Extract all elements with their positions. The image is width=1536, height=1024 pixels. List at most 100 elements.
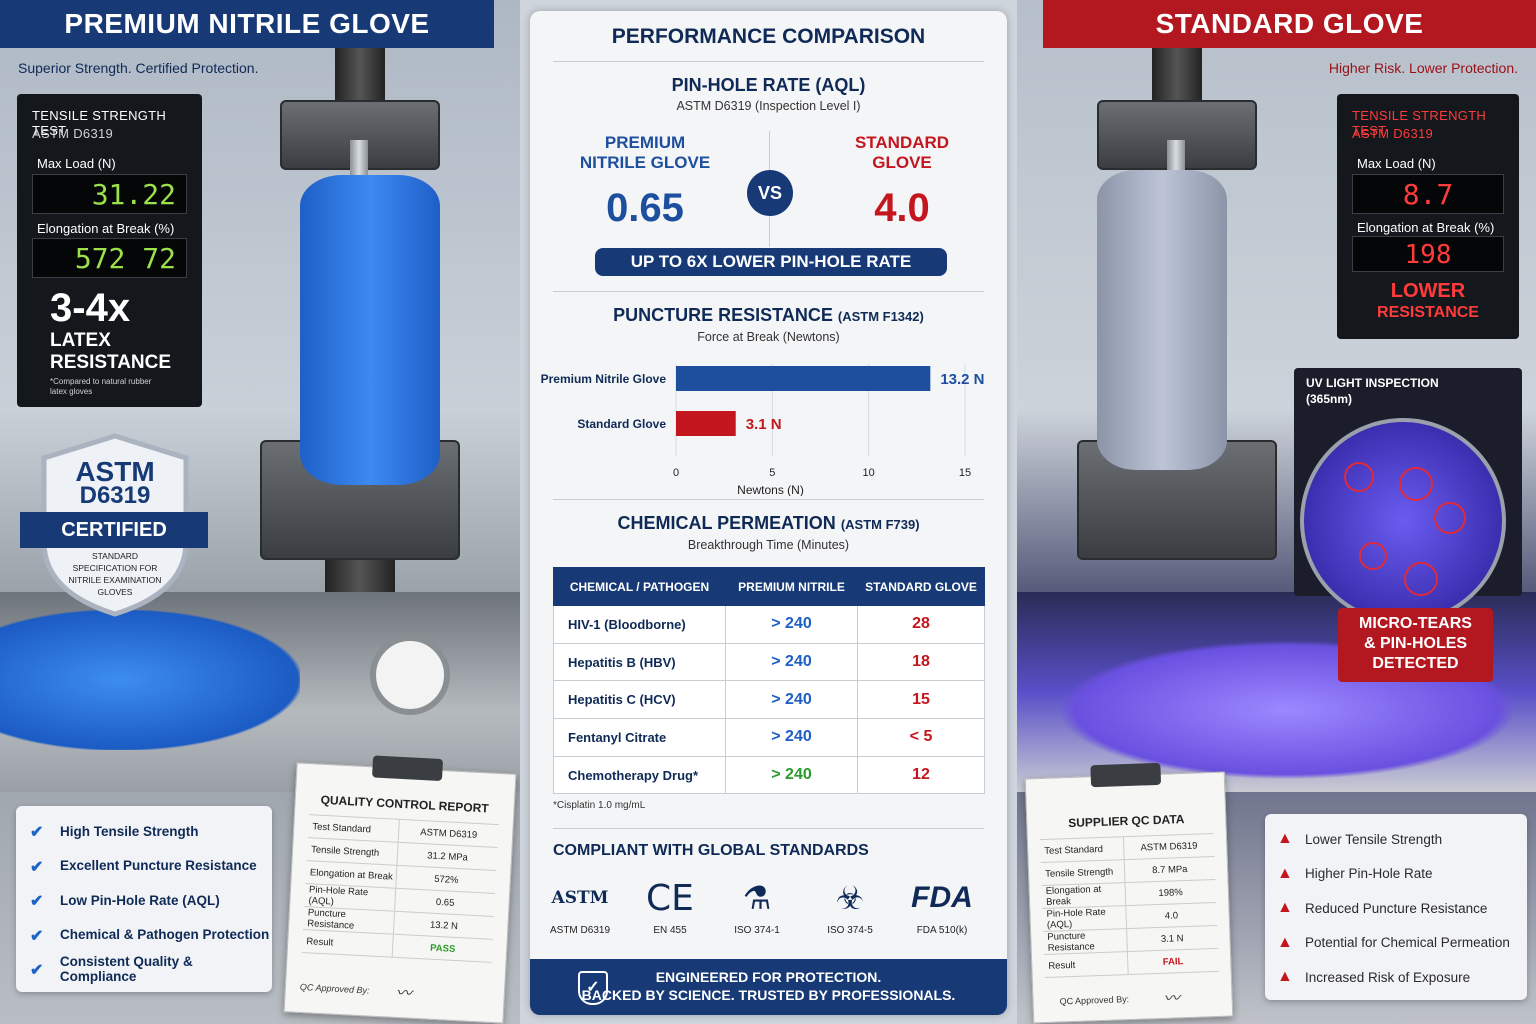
table-row: Hepatitis B (HBV) > 240 18 xyxy=(553,642,985,682)
defect-circle xyxy=(1359,542,1387,570)
signature: 〰 xyxy=(1163,988,1180,1008)
table-row: HIV-1 (Bloodborne) > 240 28 xyxy=(553,605,985,644)
check-icon: ✔ xyxy=(30,893,44,911)
signature: 〰 xyxy=(395,982,413,1003)
warning-icon: ▲ xyxy=(1277,968,1293,986)
protection-footer: ✓ ENGINEERED FOR PROTECTION. BACKED BY S… xyxy=(530,959,1007,1015)
table-row: Hepatitis C (HCV) > 240 15 xyxy=(553,680,985,720)
feature-item: ✔ Low Pin-Hole Rate (AQL) xyxy=(30,892,220,911)
table-header: PREMIUM NITRILE xyxy=(725,567,858,606)
check-icon: ✔ xyxy=(30,927,44,945)
chemical-title: CHEMICAL PERMEATION (ASTM F739) xyxy=(617,513,920,533)
warning-icon: ▲ xyxy=(1277,899,1293,917)
fda-logo: FDA FDA 510(k) xyxy=(897,871,987,936)
report-approved: QC Approved By: xyxy=(299,981,370,996)
standard-banner: STANDARD GLOVE xyxy=(1043,0,1536,48)
resistance-label: RESISTANCE xyxy=(1377,304,1479,321)
pinhole-standard-value: 4.0 xyxy=(874,186,930,230)
defect-circle xyxy=(1399,467,1433,501)
puncture-subtitle: Force at Break (Newtons) xyxy=(697,330,840,344)
divider xyxy=(553,828,984,829)
badge-desc: STANDARD SPECIFICATION FOR NITRILE EXAMI… xyxy=(68,551,162,597)
ce-mark-icon: CE xyxy=(646,877,694,919)
warning-icon: ▲ xyxy=(1277,830,1293,848)
report-row: Result FAIL xyxy=(1043,948,1219,978)
max-load-readout: 8.7 xyxy=(1352,174,1504,214)
panel-footnote: *Compared to natural rubber latex gloves xyxy=(50,377,152,396)
elongation-label: Elongation at Break (%) xyxy=(1357,220,1495,235)
pinhole-standard-label: STANDARD GLOVE xyxy=(854,133,950,172)
standard-glove-panel: STANDARD GLOVE Higher Risk. Lower Protec… xyxy=(1017,0,1536,1024)
supplier-qc-data: SUPPLIER QC DATA Test Standard ASTM D6319… xyxy=(1024,762,1234,1024)
pinhole-title: PIN-HOLE RATE (AQL) xyxy=(671,75,866,95)
tensile-test-panel: TENSILE STRENGTH TEST ASTM D6319 Max Loa… xyxy=(1337,94,1519,339)
x-axis-label: Newtons (N) xyxy=(737,483,804,496)
feature-item: ✔ High Tensile Strength xyxy=(30,823,199,842)
feature-item: ✔ Excellent Puncture Resistance xyxy=(30,858,257,876)
lower-label: LOWER xyxy=(1390,280,1466,302)
defect-circle xyxy=(1434,502,1466,534)
flask-shield-icon: ⚗ xyxy=(742,879,772,917)
pinhole-premium-label: PREMIUM NITRILE GLOVE xyxy=(579,133,711,172)
bar xyxy=(676,411,736,436)
x-tick-label: 5 xyxy=(769,467,775,479)
headline-multiplier: 3-4x xyxy=(50,286,131,330)
premium-glove-panel: PREMIUM NITRILE GLOVE Superior Strength.… xyxy=(0,0,520,1024)
badge-line2: D6319 xyxy=(79,482,151,509)
table-row: Chemotherapy Drug* > 240 12 xyxy=(553,755,985,795)
pinhole-premium-value: 0.65 xyxy=(606,186,684,230)
category-label: Premium Nitrile Glove xyxy=(541,372,667,386)
feature-item: ✔ Consistent Quality & Compliance xyxy=(30,954,193,985)
x-tick-label: 0 xyxy=(673,467,679,479)
blue-glove-sample xyxy=(300,175,440,485)
headline-sub1: LATEX xyxy=(50,330,111,351)
pinhole-subtitle: ASTM D6319 (Inspection Level I) xyxy=(676,99,861,113)
astm-logo: ASTM ASTM D6319 xyxy=(535,871,625,936)
report-title: SUPPLIER QC DATA xyxy=(1067,812,1185,831)
premium-tagline: Superior Strength. Certified Protection. xyxy=(18,60,259,76)
panel-standard: ASTM D6319 xyxy=(1352,126,1434,141)
elongation-label: Elongation at Break (%) xyxy=(37,221,175,236)
standard-risk-list: ▲ Lower Tensile Strength ▲ Higher Pin-Hole… xyxy=(1265,814,1527,1000)
vs-badge: VS xyxy=(747,170,793,216)
report-approved: QC Approved By: xyxy=(1059,994,1130,1007)
risk-item: ▲ Higher Pin-Hole Rate xyxy=(1277,864,1433,882)
puncture-title: PUNCTURE RESISTANCE (ASTM F1342) xyxy=(613,305,924,325)
elongation-readout: 572 72 xyxy=(32,238,187,278)
warning-icon: ▲ xyxy=(1277,933,1293,951)
chemical-permeation-table: CHEMICAL / PATHOGEN PREMIUM NITRILE STAN… xyxy=(553,567,985,795)
x-tick-label: 10 xyxy=(863,467,875,479)
report-table: Test Standard ASTM D6319 Tensile Strength… xyxy=(301,814,499,963)
risk-item: ▲ Lower Tensile Strength xyxy=(1277,830,1443,848)
quality-control-report: QUALITY CONTROL REPORT Test Standard ASTM… xyxy=(283,755,517,1024)
uv-magnifier xyxy=(1300,418,1506,624)
feature-item: ✔ Chemical & Pathogen Protection xyxy=(30,927,270,945)
performance-comparison-card: PERFORMANCE COMPARISON PIN-HOLE RATE (AQ… xyxy=(530,11,1007,1015)
x-tick-label: 15 xyxy=(959,467,971,479)
biohazard-shield-icon: ☣ xyxy=(835,879,865,917)
table-header: CHEMICAL / PATHOGEN xyxy=(553,567,726,606)
warning-icon: ▲ xyxy=(1277,864,1293,882)
standards-title: COMPLIANT WITH GLOBAL STANDARDS xyxy=(553,842,869,859)
iso-374-1-logo: ⚗ ISO 374-1 xyxy=(712,871,802,936)
iso-374-5-logo: ☣ ISO 374-5 xyxy=(805,871,895,936)
value-label: 3.1 N xyxy=(746,416,782,433)
risk-item: ▲ Potential for Chemical Permeation xyxy=(1277,933,1510,951)
tensile-test-panel: TENSILE STRENGTH TEST ASTM D6319 Max Loa… xyxy=(17,94,202,407)
defect-circle xyxy=(1344,462,1374,492)
risk-item: ▲ Reduced Puncture Resistance xyxy=(1277,899,1488,917)
astm-icon: ASTM xyxy=(551,888,609,908)
category-label: Standard Glove xyxy=(577,417,666,431)
caliper-gauge xyxy=(370,635,450,715)
shield-check-icon: ✓ xyxy=(578,971,608,1005)
premium-feature-list: ✔ High Tensile Strength ✔ Excellent Punctu… xyxy=(16,806,272,992)
panel-standard: ASTM D6319 xyxy=(32,126,114,141)
clipboard-clip xyxy=(1090,762,1162,788)
uv-sub: (365nm) xyxy=(1306,392,1353,406)
puncture-bar-chart: 0 5 10 15 Newtons (N) Premium Nitrile Glove 13… xyxy=(541,364,985,496)
chemical-footnote: *Cisplatin 1.0 mg/mL xyxy=(553,800,646,811)
report-title: QUALITY CONTROL REPORT xyxy=(320,792,490,816)
clipboard-clip xyxy=(372,755,444,782)
pinhole-callout: UP TO 6X LOWER PIN-HOLE RATE xyxy=(595,248,947,276)
max-load-readout: 31.22 xyxy=(32,174,187,214)
